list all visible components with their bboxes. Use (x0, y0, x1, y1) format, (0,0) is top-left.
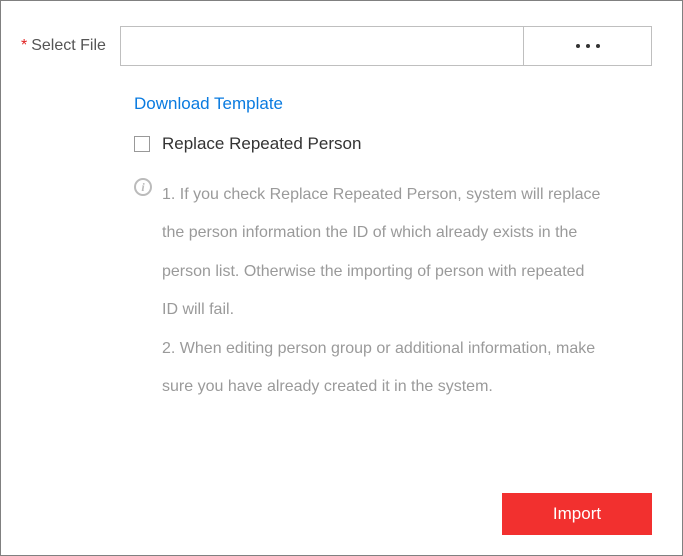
ellipsis-icon (576, 44, 600, 48)
file-path-input[interactable] (120, 26, 524, 66)
replace-repeated-row: Replace Repeated Person (134, 134, 652, 154)
select-file-row: * Select File (21, 26, 652, 66)
dialog-footer: Import (21, 493, 652, 535)
download-template-link[interactable]: Download Template (134, 94, 283, 114)
browse-button[interactable] (524, 26, 652, 66)
options-section: Download Template Replace Repeated Perso… (134, 94, 652, 406)
replace-repeated-checkbox[interactable] (134, 136, 150, 152)
info-icon: i (134, 178, 152, 196)
info-row: i 1. If you check Replace Repeated Perso… (134, 176, 652, 406)
select-file-label-group: * Select File (21, 37, 106, 55)
import-button[interactable]: Import (502, 493, 652, 535)
select-file-label: Select File (31, 37, 106, 55)
info-text: 1. If you check Replace Repeated Person,… (162, 176, 602, 406)
required-indicator: * (21, 37, 27, 55)
replace-repeated-label: Replace Repeated Person (162, 134, 361, 154)
import-dialog: * Select File Download Template Replace … (0, 0, 683, 556)
